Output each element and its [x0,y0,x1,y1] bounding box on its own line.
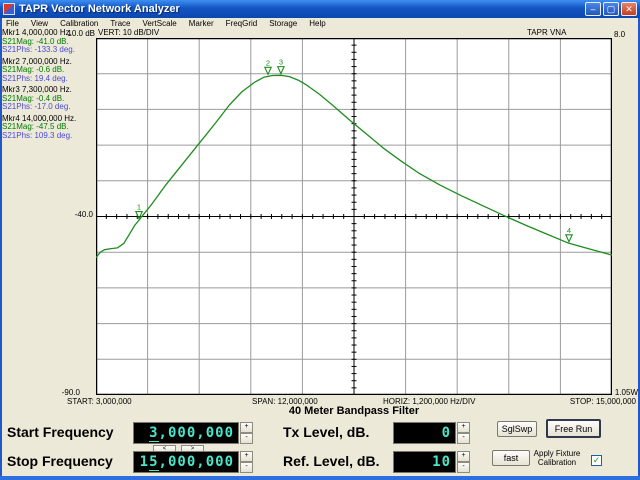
marker4-phs: S21Phs: 109.3 deg. [2,130,73,140]
y-axis-top-label: 10.0 dB [67,29,95,38]
menu-file[interactable]: File [0,19,25,28]
marker1-phs: S21Phs: -133.3 deg. [2,45,75,54]
tx-level-decrement-button[interactable]: - [457,433,470,444]
apply-fixture-label-line2: Calibration [537,458,577,467]
start-frequency-spinner: + - [240,422,253,444]
menu-freqgrid[interactable]: FreqGrid [220,19,264,28]
ref-level-decrement-button[interactable]: - [457,462,470,473]
y-axis-bottom-label: -90.0 [61,388,80,397]
apply-fixture-label-line1: Apply Fixture [533,449,581,458]
maximize-icon[interactable]: ▢ [603,2,619,16]
trace-marker-number-1: 1 [137,203,141,212]
start-frequency-display[interactable]: 3,000,000 [133,422,239,444]
menu-marker[interactable]: Marker [183,19,220,28]
start-frequency-decrement-button[interactable]: - [240,433,253,444]
single-sweep-button[interactable]: SglSwp [497,421,537,437]
ref-level-display[interactable]: 10 [393,451,456,473]
close-icon[interactable]: ✕ [621,2,637,16]
menu-help[interactable]: Help [303,19,331,28]
y-axis-mid-label: -40.0 [74,210,93,219]
apply-fixture-checkbox[interactable]: ✓ [591,455,602,466]
stop-frequency-increment-button[interactable]: + [240,451,253,462]
vertical-scale-label: VERT: 10 dB/DIV [98,28,160,37]
plot-area: 1 23 4 [95,37,613,396]
menu-storage[interactable]: Storage [263,19,303,28]
minimize-icon[interactable]: – [585,2,601,16]
tx-level-increment-button[interactable]: + [457,422,470,433]
tx-level-display[interactable]: 0 [393,422,456,444]
marker2-phs: S21Phs: 19.4 deg. [2,73,68,83]
start-frequency-increment-button[interactable]: + [240,422,253,433]
menu-calibration[interactable]: Calibration [54,19,104,28]
titlebar-buttons: – ▢ ✕ [585,2,637,16]
trace-marker-4[interactable] [564,234,574,244]
tx-level-spinner: + - [457,422,470,444]
marker3-readout: Mkr3 7,300,000 Hz. S21Mag: -0.4 dB. S21P… [2,85,95,112]
trace-marker-number-4: 4 [567,226,571,235]
chart-title: 40 Meter Bandpass Filter [288,405,420,417]
apply-fixture-label: Apply Fixture Calibration [527,449,587,467]
marker2-readout: Mkr2 7,000,000 Hz. S21Mag: -0.6 dB. S21P… [2,57,95,84]
window-border-left [0,18,2,480]
window-title: TAPR Vector Network Analyzer [19,3,180,15]
stop-frequency-label: Stop Frequency [7,453,113,469]
fast-button[interactable]: fast [492,450,530,466]
stop-frequency-spinner: + - [240,451,253,473]
brand-label: TAPR VNA [527,28,567,37]
right-top-label: 8.0 [614,30,626,39]
marker4-readout: Mkr4 14,000,000 Hz. S21Mag: -47.5 dB. S2… [2,114,95,141]
menu-view[interactable]: View [25,19,54,28]
stop-frequency-display[interactable]: 15,000,000 [133,451,239,473]
ref-level-increment-button[interactable]: + [457,451,470,462]
trace-marker-number-2: 2 [266,58,270,67]
marker-readout-panel: Mkr1 4,000,000 Hz. S21Mag: -41.0 dB. S21… [2,28,95,143]
titlebar: TAPR Vector Network Analyzer – ▢ ✕ [0,0,640,18]
window-border-bottom [0,476,640,480]
app-icon [3,3,15,15]
stop-frequency-decrement-button[interactable]: - [240,462,253,473]
marker3-phs: S21Phs: -17.0 deg. [2,102,71,111]
ref-level-label: Ref. Level, dB. [283,453,380,469]
app-window: TAPR Vector Network Analyzer – ▢ ✕ File … [0,0,640,480]
trace-marker-number-3: 3 [279,58,283,67]
tx-level-label: Tx Level, dB. [283,424,370,440]
start-frequency-label: Start Frequency [7,424,114,440]
menu-vertscale[interactable]: VertScale [137,19,183,28]
menu-trace[interactable]: Trace [104,19,136,28]
trace-marker-3[interactable] [276,66,285,75]
corner-readout-label: 1.05W [614,388,638,397]
s21-trace-chart: 1 2 3 4 [95,37,613,396]
ref-level-spinner: + - [457,451,470,473]
free-run-button[interactable]: Free Run [546,419,601,438]
